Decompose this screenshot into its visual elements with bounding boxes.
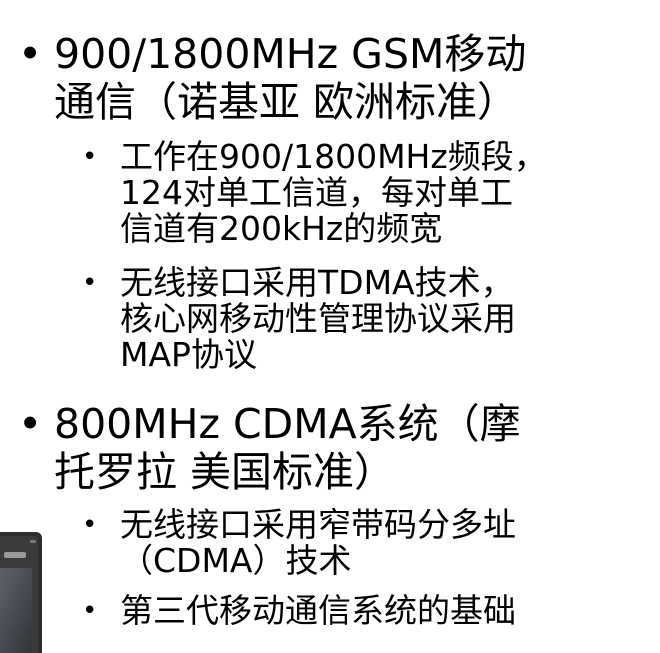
mobile-phone-image bbox=[0, 530, 46, 653]
sub-bullet-point: • bbox=[82, 268, 98, 298]
main-point-gsm: 900/1800MHz GSM移动 通信（诺基亚 欧洲标准） bbox=[54, 30, 527, 126]
sub-bullet-point: • bbox=[82, 596, 98, 626]
bullet-point: • bbox=[18, 30, 43, 78]
sub-bullet-point: • bbox=[82, 510, 98, 540]
main-point-cdma: 800MHz CDMA系统（摩 托罗拉 美国标准） bbox=[54, 400, 521, 496]
sub-point-3g-basis: 第三代移动通信系统的基础 bbox=[120, 591, 516, 630]
sub-point-cdma-interface: 无线接口采用窄带码分多址 （CDMA）技术 bbox=[120, 505, 516, 580]
sub-point-gsm-frequency: 工作在900/1800MHz频段， 124对单工信道，每对单工 信道有200kH… bbox=[120, 137, 547, 248]
sub-point-gsm-tdma: 无线接口采用TDMA技术， 核心网移动性管理协议采用 MAP协议 bbox=[120, 263, 516, 374]
sub-bullet-point: • bbox=[82, 142, 98, 172]
slide: • 900/1800MHz GSM移动 通信（诺基亚 欧洲标准） • 工作在90… bbox=[0, 0, 660, 653]
bullet-point: • bbox=[18, 400, 43, 448]
